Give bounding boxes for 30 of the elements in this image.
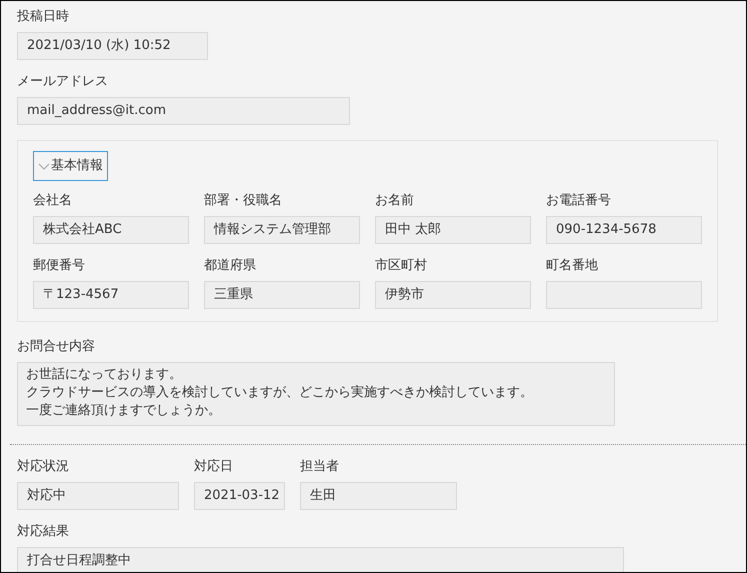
field-value: 2021/03/10 (水) 10:52 <box>17 32 208 60</box>
field-value: 生田 <box>300 482 457 510</box>
field-label: 対応結果 <box>17 524 69 540</box>
field-label: 対応日 <box>194 459 233 475</box>
inquiry-text: お世話になっております。 クラウドサービスの導入を検討していますが、どこから実施すべきか検討しています。 一度ご連絡頂けますでしょうか。 <box>17 362 615 426</box>
field-value: 〒123-4567 <box>33 281 189 309</box>
field-value: 対応中 <box>17 482 179 510</box>
field-value: 田中 太郎 <box>375 216 531 244</box>
field-label: お問合せ内容 <box>17 339 95 355</box>
field-value: 情報システム管理部 <box>204 216 360 244</box>
field-label: 市区町村 <box>375 258 427 274</box>
section-toggle[interactable]: 基本情報 <box>33 151 108 181</box>
field-value: 三重県 <box>204 281 360 309</box>
field-label: お電話番号 <box>546 193 611 209</box>
field-label: 担当者 <box>300 459 339 475</box>
field-label: お名前 <box>375 193 414 209</box>
field-label: メールアドレス <box>17 74 108 90</box>
field-value: 打合せ日程調整中 <box>17 547 624 572</box>
field-label: 町名番地 <box>546 258 598 274</box>
field-label: 対応状況 <box>17 459 69 475</box>
field-label: 郵便番号 <box>33 258 85 274</box>
field-value: 2021-03-12 <box>194 482 285 510</box>
field-value: mail_address@it.com <box>17 97 350 125</box>
field-value: 株式会社ABC <box>33 216 189 244</box>
field-label: 都道府県 <box>204 258 256 274</box>
field-value: 090-1234-5678 <box>546 216 702 244</box>
field-label: 部署・役職名 <box>204 193 282 209</box>
field-label: 投稿日時 <box>17 9 69 25</box>
field-value: 伊勢市 <box>375 281 531 309</box>
field-label: 会社名 <box>33 193 72 209</box>
